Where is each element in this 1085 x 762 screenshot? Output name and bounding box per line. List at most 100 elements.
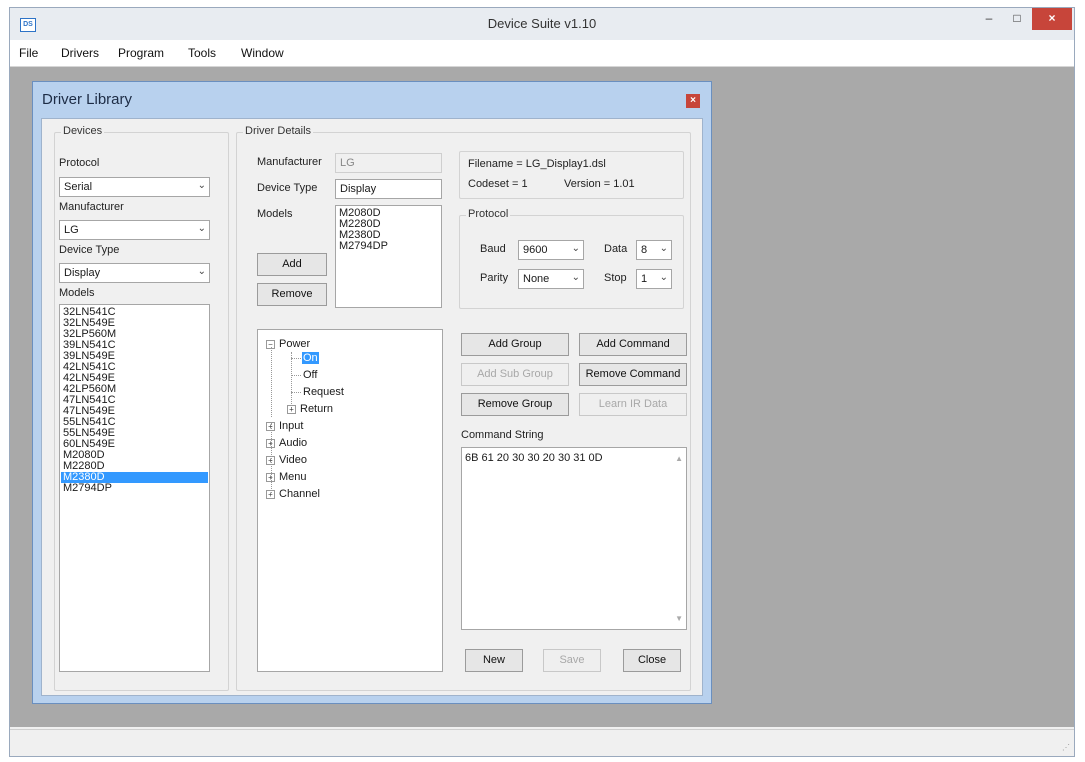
scroll-up-icon[interactable]: ▲ — [675, 454, 683, 463]
chevron-down-icon: ⌄ — [571, 243, 580, 254]
command-string-label: Command String — [461, 429, 544, 441]
parity-label: Parity — [480, 272, 509, 284]
menu-bar: File Drivers Program Tools Window — [10, 40, 1074, 67]
file-info-panel: Filename = LG_Display1.dsl Codeset = 1 V… — [459, 151, 684, 199]
version-text: Version = 1.01 — [564, 178, 635, 190]
tree-node-video[interactable]: + Video — [266, 452, 308, 468]
device-type-label: Device Type — [59, 244, 120, 256]
menu-tools[interactable]: Tools — [188, 46, 216, 60]
baud-label: Baud — [480, 243, 506, 255]
tree-label: On — [302, 352, 319, 364]
parity-select[interactable]: None ⌄ — [518, 269, 584, 289]
command-string-value: 6B 61 20 30 30 20 30 31 0D — [465, 452, 603, 464]
data-label: Data — [604, 243, 628, 255]
protocol-legend: Protocol — [466, 208, 511, 220]
tree-node-return[interactable]: + Return — [287, 401, 334, 417]
chevron-down-icon: ⌄ — [571, 272, 580, 283]
remove-command-button[interactable]: Remove Command — [579, 363, 687, 386]
menu-window[interactable]: Window — [241, 46, 284, 60]
add-model-button[interactable]: Add — [257, 253, 327, 276]
chevron-down-icon: ⌄ — [197, 223, 206, 234]
list-item[interactable]: M2794DP — [61, 483, 208, 494]
devices-legend: Devices — [61, 125, 105, 137]
baud-select[interactable]: 9600 ⌄ — [518, 240, 584, 260]
tree-node-off[interactable]: Off — [302, 367, 318, 383]
app-title: Device Suite v1.10 — [487, 16, 597, 31]
data-bits-select-value: 8 — [641, 244, 648, 256]
parity-select-value: None — [523, 273, 550, 285]
manufacturer-select-value: LG — [64, 224, 79, 236]
stop-bits-select-value: 1 — [641, 273, 648, 285]
maximize-button[interactable]: □ — [1004, 8, 1030, 30]
tree-label: Off — [303, 369, 318, 381]
details-models-list[interactable]: M2080D M2280D M2380D M2794DP — [335, 205, 442, 308]
save-button[interactable]: Save — [543, 649, 601, 672]
protocol-group: Protocol Baud 9600 ⌄ Data 8 ⌄ Parity Non… — [459, 208, 684, 309]
tree-node-request[interactable]: Request — [302, 384, 345, 400]
stop-label: Stop — [604, 272, 627, 284]
new-button[interactable]: New — [465, 649, 523, 672]
title-bar: DS Device Suite v1.10 ‒ □ × — [10, 8, 1074, 40]
driver-details-group: Driver Details Manufacturer LG Device Ty… — [236, 125, 691, 691]
status-bar: ⋰ — [10, 729, 1074, 756]
expand-icon[interactable]: + — [266, 421, 275, 431]
chevron-down-icon: ⌄ — [659, 272, 668, 283]
details-models-label: Models — [257, 208, 293, 220]
list-item[interactable]: M2794DP — [337, 241, 440, 252]
stop-bits-select[interactable]: 1 ⌄ — [636, 269, 672, 289]
command-string-field[interactable]: 6B 61 20 30 30 20 30 31 0D ▲ ▼ — [461, 447, 687, 630]
add-group-button[interactable]: Add Group — [461, 333, 569, 356]
expand-icon[interactable]: + — [266, 438, 275, 448]
manufacturer-select[interactable]: LG ⌄ — [59, 220, 210, 240]
remove-group-button[interactable]: Remove Group — [461, 393, 569, 416]
expand-icon[interactable]: + — [266, 489, 275, 499]
chevron-down-icon: ⌄ — [197, 266, 206, 277]
protocol-label: Protocol — [59, 157, 100, 169]
learn-ir-data-button[interactable]: Learn IR Data — [579, 393, 687, 416]
remove-model-button[interactable]: Remove — [257, 283, 327, 306]
tree-label: Menu — [279, 471, 307, 483]
minimize-button[interactable]: ‒ — [976, 8, 1002, 30]
protocol-select[interactable]: Serial ⌄ — [59, 177, 210, 197]
tree-node-audio[interactable]: + Audio — [266, 435, 308, 451]
command-tree[interactable]: − Power On Off Request + Return + Input … — [257, 329, 443, 672]
scroll-down-icon[interactable]: ▼ — [675, 614, 683, 623]
protocol-select-value: Serial — [64, 181, 93, 193]
expand-icon[interactable]: + — [287, 404, 296, 414]
tree-node-menu[interactable]: + Menu — [266, 469, 308, 485]
device-type-select[interactable]: Display ⌄ — [59, 263, 210, 283]
driver-library-dialog: Driver Library × Devices Protocol Serial… — [32, 81, 712, 704]
tree-node-input[interactable]: + Input — [266, 418, 304, 434]
collapse-icon[interactable]: − — [266, 339, 275, 349]
devices-group: Devices Protocol Serial ⌄ Manufacturer L… — [54, 125, 229, 691]
menu-drivers[interactable]: Drivers — [61, 46, 99, 60]
models-label: Models — [59, 287, 95, 299]
devices-models-list[interactable]: 32LN541C 32LN549E 32LP560M 39LN541C 39LN… — [59, 304, 210, 672]
close-button[interactable]: Close — [623, 649, 681, 672]
tree-node-on[interactable]: On — [302, 350, 319, 366]
add-sub-group-button[interactable]: Add Sub Group — [461, 363, 569, 386]
close-window-button[interactable]: × — [1032, 8, 1072, 30]
dialog-close-button[interactable]: × — [686, 94, 700, 108]
expand-icon[interactable]: + — [266, 455, 275, 465]
menu-file[interactable]: File — [19, 46, 38, 60]
details-device-type-label: Device Type — [257, 182, 318, 194]
data-bits-select[interactable]: 8 ⌄ — [636, 240, 672, 260]
dialog-title: Driver Library — [42, 91, 133, 108]
app-window: DS Device Suite v1.10 ‒ □ × File Drivers… — [9, 7, 1075, 757]
details-manufacturer-field: LG — [335, 153, 442, 173]
driver-details-legend: Driver Details — [243, 125, 314, 137]
tree-label: Power — [279, 338, 311, 350]
resize-grip-icon[interactable]: ⋰ — [1062, 743, 1070, 752]
details-device-type-field[interactable]: Display — [335, 179, 442, 199]
expand-icon[interactable]: + — [266, 472, 275, 482]
tree-label: Input — [279, 420, 304, 432]
tree-node-channel[interactable]: + Channel — [266, 486, 321, 502]
details-manufacturer-label: Manufacturer — [257, 156, 322, 168]
tree-label: Audio — [279, 437, 308, 449]
menu-program[interactable]: Program — [118, 46, 164, 60]
tree-label: Video — [279, 454, 307, 466]
chevron-down-icon: ⌄ — [197, 180, 206, 191]
add-command-button[interactable]: Add Command — [579, 333, 687, 356]
tree-label: Return — [300, 403, 334, 415]
